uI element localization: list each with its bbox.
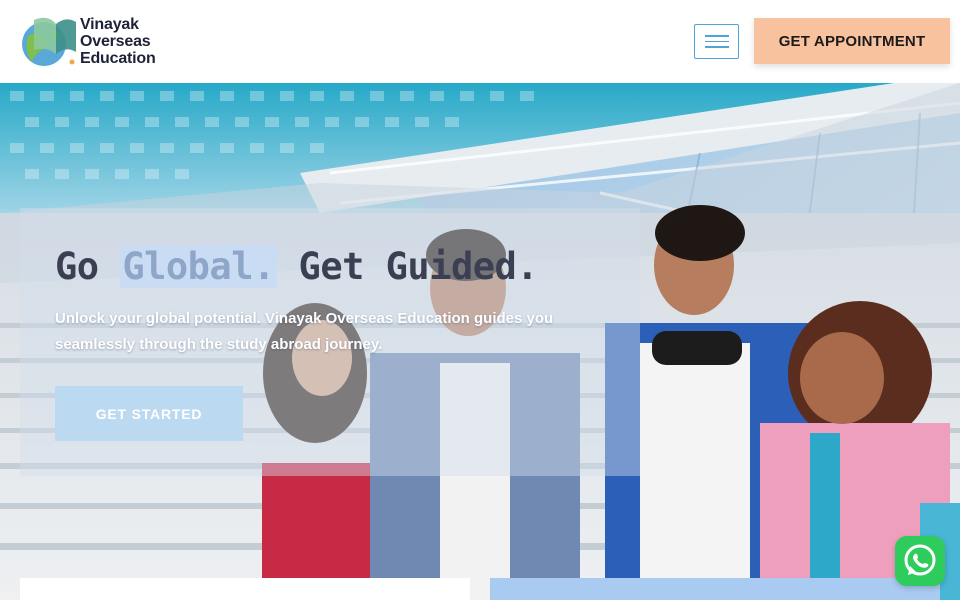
- get-started-button[interactable]: GET STARTED: [55, 386, 243, 441]
- headline-part-2: Get Guided.: [276, 245, 539, 288]
- logo-line-2: Overseas: [80, 32, 151, 50]
- whatsapp-button[interactable]: [895, 536, 945, 586]
- hamburger-icon: [704, 35, 729, 37]
- logo-line-3: Education: [80, 49, 156, 67]
- logo-wordmark: Vinayak Overseas Education: [80, 16, 156, 67]
- site-header: Vinayak Overseas Education GET APPOINTME…: [0, 0, 960, 83]
- logo-line-1: Vinayak: [80, 15, 139, 33]
- feature-card-right: [490, 578, 940, 600]
- get-appointment-button[interactable]: GET APPOINTMENT: [754, 18, 950, 64]
- whatsapp-icon: [904, 544, 936, 576]
- headline-highlight: Global.: [120, 245, 277, 288]
- feature-card-left: [20, 578, 470, 600]
- hero-section: Go Global. Get Guided. Unlock your globa…: [0, 83, 960, 600]
- site-logo[interactable]: Vinayak Overseas Education: [20, 10, 180, 72]
- hero-subtext: Unlock your global potential. Vinayak Ov…: [55, 310, 554, 353]
- hamburger-icon: [704, 40, 729, 43]
- menu-toggle-button[interactable]: [694, 24, 739, 59]
- globe-book-icon: [20, 10, 76, 72]
- headline-part-1: Go: [55, 245, 121, 288]
- hero-headline: Go Global. Get Guided.: [55, 245, 539, 288]
- hamburger-icon: [704, 46, 729, 48]
